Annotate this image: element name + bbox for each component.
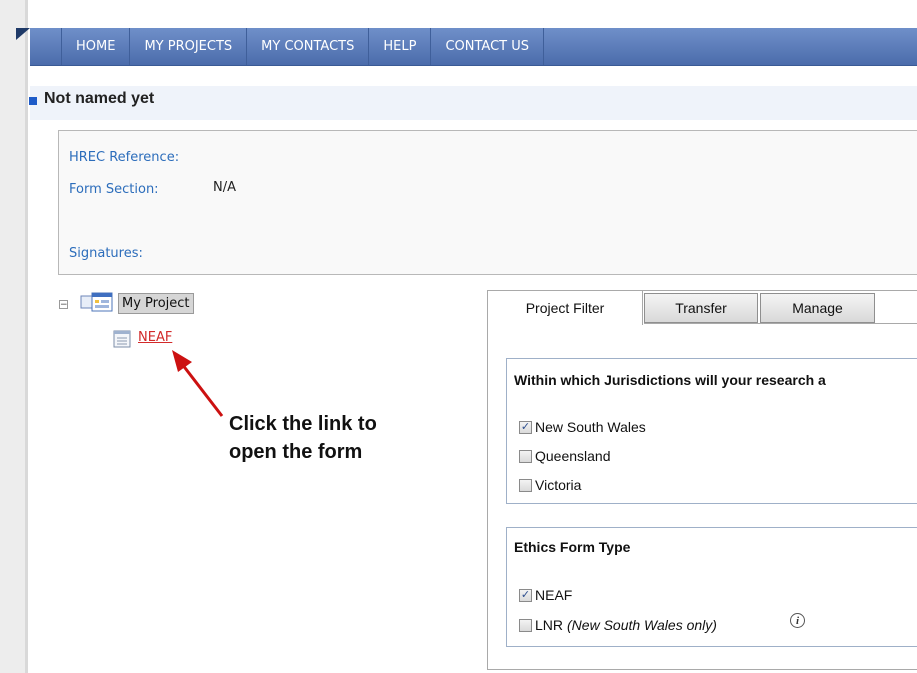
- checkbox-row-lnr[interactable]: LNR (New South Wales only): [519, 617, 717, 633]
- left-rail: [0, 0, 28, 673]
- checkbox-row-nsw[interactable]: ✓ New South Wales: [519, 419, 646, 435]
- annotation-line-2: open the form: [229, 441, 363, 463]
- nav-my-projects[interactable]: MY PROJECTS: [129, 28, 246, 65]
- neaf-checkbox[interactable]: ✓: [519, 588, 532, 602]
- lnr-option-label: LNR: [535, 617, 564, 633]
- tab-manage[interactable]: Manage: [760, 293, 875, 323]
- nav-my-contacts[interactable]: MY CONTACTS: [246, 28, 368, 65]
- page-title: Not named yet: [44, 90, 155, 107]
- tree-project-node[interactable]: My Project: [118, 293, 194, 314]
- checkbox-row-victoria[interactable]: Victoria: [519, 477, 581, 493]
- neaf-option-label: NEAF: [535, 587, 573, 603]
- jurisdictions-title: Within which Jurisdictions will your res…: [514, 372, 826, 388]
- victoria-checkbox[interactable]: [519, 478, 532, 492]
- title-bar: [30, 86, 917, 120]
- info-icon[interactable]: i: [790, 613, 805, 628]
- collapse-toggle-icon[interactable]: −: [59, 300, 68, 310]
- tab-transfer[interactable]: Transfer: [644, 293, 758, 323]
- nav-help[interactable]: HELP: [368, 28, 430, 65]
- project-folder-icon: [80, 292, 114, 318]
- annotation-arrow-icon: [172, 350, 224, 417]
- nsw-checkbox[interactable]: ✓: [519, 420, 532, 434]
- project-info-box: [58, 130, 917, 275]
- checkbox-row-queensland[interactable]: Queensland: [519, 448, 611, 464]
- tab-project-filter[interactable]: Project Filter: [488, 291, 643, 325]
- form-section-value: N/A: [213, 180, 236, 195]
- victoria-label: Victoria: [535, 477, 582, 493]
- title-bullet-icon: [29, 97, 37, 105]
- lnr-note: (New South Wales only): [567, 617, 717, 633]
- ethics-form-title: Ethics Form Type: [514, 539, 631, 555]
- tab-strip-line: [644, 323, 917, 324]
- top-nav-bar: HOME MY PROJECTS MY CONTACTS HELP CONTAC…: [30, 28, 917, 66]
- queensland-label: Queensland: [535, 448, 611, 464]
- queensland-checkbox[interactable]: [519, 449, 532, 463]
- nsw-label: New South Wales: [535, 419, 646, 435]
- hrec-reference-label: HREC Reference:: [69, 150, 180, 165]
- annotation-callout: Click the link to open the form: [229, 410, 377, 466]
- lnr-checkbox[interactable]: [519, 618, 532, 632]
- form-section-label: Form Section:: [69, 182, 159, 197]
- nav-contact-us[interactable]: CONTACT US: [430, 28, 545, 65]
- document-icon: [113, 330, 131, 352]
- checkbox-row-neaf[interactable]: ✓ NEAF: [519, 587, 572, 603]
- rail-tab-marker: [16, 28, 30, 40]
- signatures-label: Signatures:: [69, 246, 143, 261]
- nav-home[interactable]: HOME: [61, 28, 129, 65]
- annotation-line-1: Click the link to: [229, 413, 377, 435]
